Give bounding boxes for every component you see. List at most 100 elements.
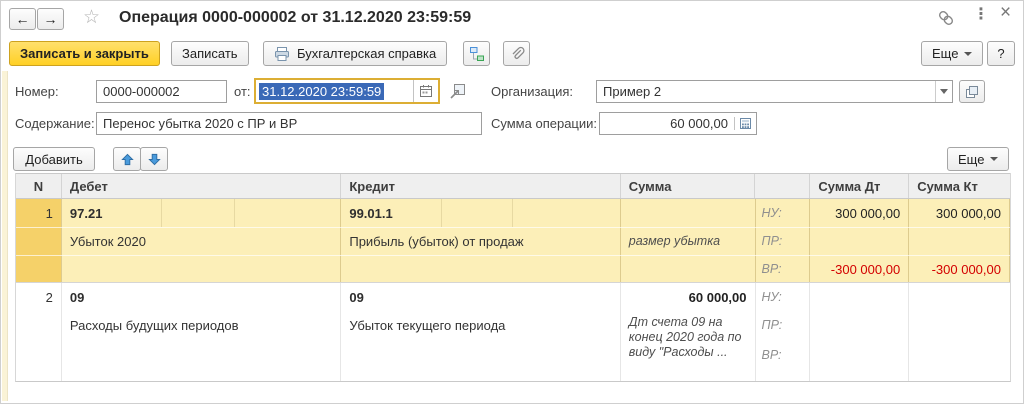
postings-table-header: N Дебет Кредит Сумма Сумма Дт Сумма Кт	[16, 173, 1010, 199]
chevron-down-icon	[990, 157, 999, 161]
vr-kt-amount: -300 000,00	[931, 262, 1001, 277]
column-header-debit[interactable]: Дебет	[62, 174, 342, 198]
column-header-sum[interactable]: Сумма	[621, 174, 756, 198]
document-structure-icon	[469, 46, 485, 62]
debit-account[interactable]: 09	[62, 283, 340, 311]
debit-subconto[interactable]: Расходы будущих периодов	[62, 311, 340, 341]
move-row-down-button[interactable]	[140, 147, 168, 171]
table-more-button[interactable]: Еще	[947, 147, 1010, 171]
nu-dt-amount: 300 000,00	[835, 206, 901, 221]
favorite-star-icon[interactable]: ☆	[83, 8, 100, 28]
content-input[interactable]: Перенос убытка 2020 с ПР и ВР	[96, 112, 482, 135]
chevron-down-icon	[940, 89, 948, 94]
window-menu-dots-icon[interactable]: ⋮	[973, 7, 989, 23]
subrow-separator	[16, 255, 1010, 256]
sum-value[interactable]	[621, 199, 755, 227]
save-and-close-button[interactable]: Записать и закрыть	[9, 41, 160, 66]
debit-account[interactable]: 97.21	[62, 199, 161, 227]
calculator-button[interactable]	[734, 117, 756, 130]
credit-subconto[interactable]: Убыток текущего периода	[341, 311, 619, 341]
number-input[interactable]: 0000-000002	[96, 80, 227, 103]
save-and-close-label: Записать и закрыть	[20, 46, 149, 61]
sum-value[interactable]: 60 000,00	[621, 283, 755, 311]
column-header-sum-dt[interactable]: Сумма Дт	[810, 174, 910, 198]
flag-pr-label: ПР:	[761, 318, 783, 332]
add-row-button[interactable]: Добавить	[13, 147, 95, 171]
postings-table: N Дебет Кредит Сумма Сумма Дт Сумма Кт 1…	[15, 173, 1011, 382]
column-header-n[interactable]: N	[16, 174, 62, 198]
credit-extra-cell[interactable]	[512, 199, 619, 227]
flags-column-cell: НУ: ПР: ВР:	[756, 283, 811, 381]
content-label: Содержание:	[15, 116, 95, 131]
attachments-button[interactable]	[503, 41, 530, 66]
sum-kt-column-cell	[909, 283, 1010, 381]
table-more-label: Еще	[958, 151, 985, 167]
operation-amount-input[interactable]: 60 000,00	[599, 112, 757, 135]
related-documents-button[interactable]	[463, 41, 490, 66]
combo-dropdown-zone[interactable]	[935, 81, 952, 102]
save-label: Записать	[182, 46, 238, 61]
debit-extra-cell[interactable]	[233, 199, 340, 227]
link-icon[interactable]	[937, 9, 955, 27]
accounting-reference-label: Бухгалтерская справка	[297, 46, 437, 61]
flag-vr-label: ВР:	[761, 262, 782, 276]
printer-icon	[274, 46, 290, 62]
nav-forward-button[interactable]: →	[37, 8, 64, 30]
flag-vr-label: ВР:	[761, 348, 782, 362]
credit-account[interactable]: 09	[341, 283, 619, 311]
toolbar-more-button[interactable]: Еще	[921, 41, 984, 66]
organization-label: Организация:	[491, 84, 574, 99]
sum-column-cell[interactable]: 60 000,00 Дт счета 09 на конец 2020 года…	[621, 283, 756, 381]
column-header-credit[interactable]: Кредит	[341, 174, 621, 198]
debit-subconto[interactable]: Убыток 2020	[62, 227, 340, 255]
save-button[interactable]: Записать	[171, 41, 249, 66]
date-input[interactable]: 31.12.2020 23:59:59	[254, 78, 440, 104]
row-number: 1	[45, 206, 53, 221]
nu-dt-amount	[810, 283, 908, 311]
open-organization-button[interactable]	[959, 80, 985, 103]
paperclip-icon	[509, 46, 525, 62]
organization-combo[interactable]: Пример 2	[596, 80, 953, 103]
vr-dt-amount	[810, 341, 908, 371]
credit-subconto[interactable]: Прибыль (убыток) от продаж	[341, 227, 619, 255]
content-value: Перенос убытка 2020 с ПР и ВР	[103, 116, 298, 131]
help-button[interactable]: ?	[987, 41, 1015, 66]
nav-back-button[interactable]: ←	[9, 8, 36, 30]
row-number-cell: 1	[16, 199, 62, 282]
sum-kt-column-cell: 300 000,00 -300 000,00	[909, 199, 1010, 282]
calendar-button[interactable]	[413, 80, 438, 102]
flag-nu-label: НУ:	[761, 206, 782, 220]
page-title: Операция 0000-000002 от 31.12.2020 23:59…	[119, 9, 472, 26]
pr-kt-amount	[909, 227, 1009, 255]
column-header-flags[interactable]	[755, 174, 811, 198]
window-left-strip	[2, 71, 8, 401]
sum-column-cell[interactable]: размер убытка	[621, 199, 756, 282]
accounting-reference-button[interactable]: Бухгалтерская справка	[263, 41, 448, 66]
operation-amount-value: 60 000,00	[670, 116, 728, 131]
pr-dt-amount	[810, 311, 908, 341]
toolbar-more-label: Еще	[932, 46, 959, 61]
date-label: от:	[234, 84, 251, 99]
operation-window: ← → ☆ Операция 0000-000002 от 31.12.2020…	[0, 0, 1024, 404]
add-row-label: Добавить	[25, 151, 83, 167]
operation-amount-label: Сумма операции:	[491, 116, 597, 131]
arrow-up-icon	[120, 153, 134, 166]
credit-column-cell[interactable]: 99.01.1 Прибыль (убыток) от продаж	[341, 199, 621, 282]
debit-column-cell[interactable]: 09 Расходы будущих периодов	[62, 283, 342, 381]
subrow-separator	[16, 227, 1010, 228]
flag-pr-label: ПР:	[761, 234, 783, 248]
calendar-icon	[419, 84, 433, 98]
column-header-sum-kt[interactable]: Сумма Кт	[909, 174, 1010, 198]
nu-kt-amount	[909, 283, 1010, 311]
number-value: 0000-000002	[103, 84, 180, 99]
debit-extra-cell[interactable]	[161, 199, 234, 227]
table-row[interactable]: 1 97.21 Убыток 2020 99.01.1 Прибыль (убы…	[16, 199, 1010, 283]
credit-account[interactable]: 99.01.1	[341, 199, 440, 227]
debit-column-cell[interactable]: 97.21 Убыток 2020	[62, 199, 342, 282]
move-row-up-button[interactable]	[113, 147, 141, 171]
credit-column-cell[interactable]: 09 Убыток текущего периода	[341, 283, 621, 381]
credit-extra-cell[interactable]	[440, 199, 513, 227]
table-row[interactable]: 2 09 Расходы будущих периодов 09 Убыток …	[16, 283, 1010, 381]
close-icon[interactable]: ×	[1000, 3, 1011, 22]
edit-date-button[interactable]	[449, 82, 467, 100]
